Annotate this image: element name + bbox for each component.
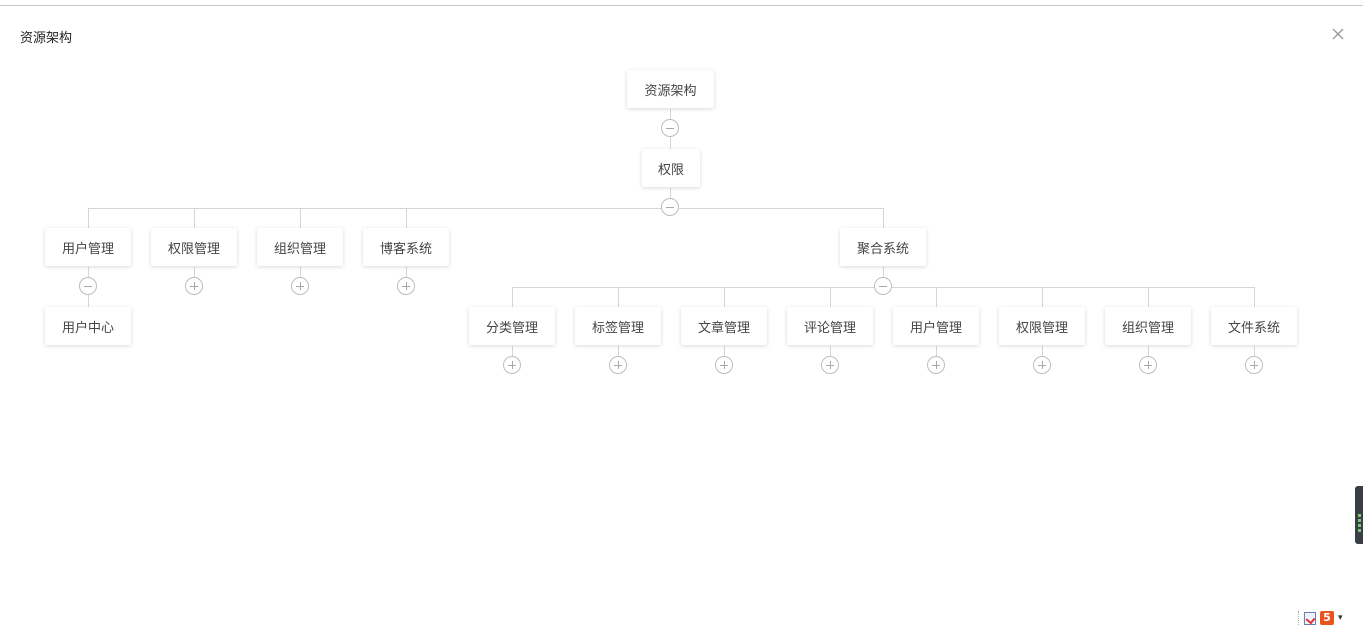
tree-node-user-center[interactable]: 用户中心 — [45, 307, 131, 345]
tree-node-root[interactable]: 资源架构 — [627, 70, 714, 108]
collapse-icon[interactable] — [874, 277, 892, 295]
tree-node-permission-management-2[interactable]: 权限管理 — [999, 307, 1085, 345]
collapse-icon[interactable] — [661, 198, 679, 216]
collapse-icon[interactable] — [79, 277, 97, 295]
expand-icon[interactable] — [185, 277, 203, 295]
tree-node-category-management[interactable]: 分类管理 — [469, 307, 555, 345]
expand-icon[interactable] — [609, 356, 627, 374]
side-panel-tab[interactable] — [1355, 486, 1363, 544]
tree-node-comment-management[interactable]: 评论管理 — [787, 307, 873, 345]
document-check-icon[interactable] — [1304, 611, 1316, 625]
expand-icon[interactable] — [821, 356, 839, 374]
expand-icon[interactable] — [1245, 356, 1263, 374]
tray-icons: 5 ▾ — [1298, 610, 1343, 626]
tree-node-organization-management[interactable]: 组织管理 — [257, 228, 343, 266]
tree-node-user-management[interactable]: 用户管理 — [45, 228, 131, 266]
tree-node-aggregate-system[interactable]: 聚合系统 — [840, 228, 926, 266]
expand-icon[interactable] — [397, 277, 415, 295]
tree-node-permission[interactable]: 权限 — [642, 149, 700, 187]
tree-node-user-management-2[interactable]: 用户管理 — [893, 307, 979, 345]
expand-icon[interactable] — [1033, 356, 1051, 374]
tree-node-blog-system[interactable]: 博客系统 — [363, 228, 449, 266]
tree-node-permission-management[interactable]: 权限管理 — [151, 228, 237, 266]
tree-node-tag-management[interactable]: 标签管理 — [575, 307, 661, 345]
tree-node-article-management[interactable]: 文章管理 — [681, 307, 767, 345]
expand-icon[interactable] — [927, 356, 945, 374]
expand-icon[interactable] — [715, 356, 733, 374]
tray-separator — [1298, 611, 1300, 625]
expand-icon[interactable] — [503, 356, 521, 374]
expand-icon[interactable] — [1139, 356, 1157, 374]
tree-node-organization-management-2[interactable]: 组织管理 — [1105, 307, 1191, 345]
html5-icon[interactable]: 5 — [1320, 611, 1334, 625]
tree-node-file-system[interactable]: 文件系统 — [1211, 307, 1297, 345]
dropdown-arrow-icon[interactable]: ▾ — [1338, 613, 1343, 623]
expand-icon[interactable] — [291, 277, 309, 295]
collapse-icon[interactable] — [661, 119, 679, 137]
